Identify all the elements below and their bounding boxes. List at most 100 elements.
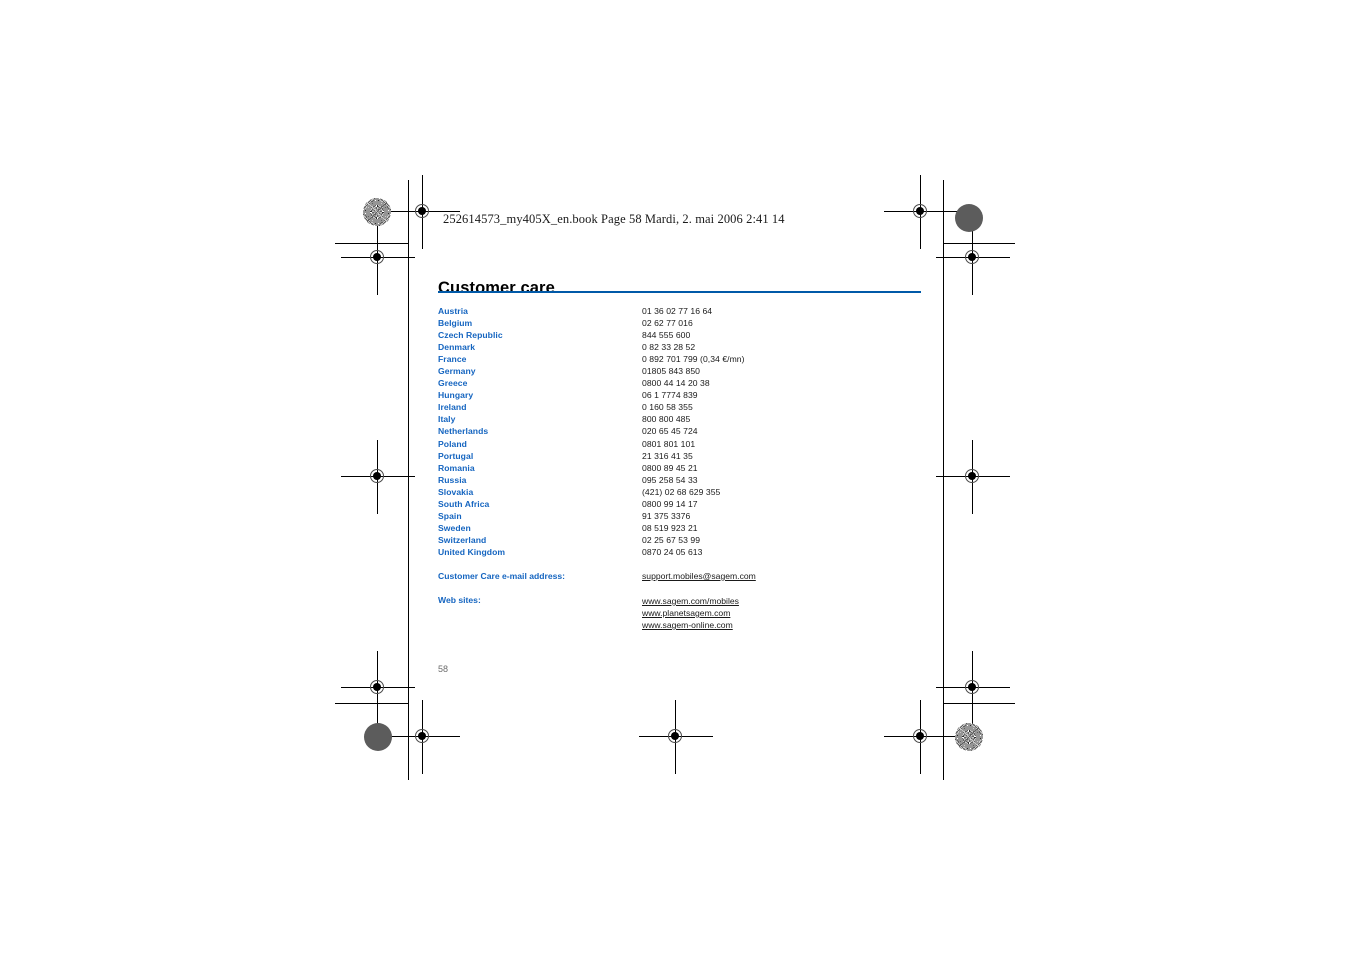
websites-label: Web sites: <box>438 595 481 605</box>
contact-row: Hungary 06 1 7774 839 <box>438 390 928 402</box>
email-address-link[interactable]: support.mobiles@sagem.com <box>642 571 756 581</box>
crosshair-bullseye <box>671 732 679 740</box>
crosshair-bullseye <box>916 732 924 740</box>
crosshair-bullseye <box>968 472 976 480</box>
density-patch-top-left <box>363 198 391 226</box>
country-name: Poland <box>438 438 467 449</box>
country-name: Ireland <box>438 402 467 413</box>
phone-number: 0800 44 14 20 38 <box>642 378 710 389</box>
contact-row: Germany 01805 843 850 <box>438 366 928 378</box>
country-name: Sweden <box>438 522 471 533</box>
registration-target-bottom-left-inner <box>341 651 415 725</box>
contact-row: Ireland 0 160 58 355 <box>438 402 928 414</box>
country-name: Belgium <box>438 318 473 329</box>
phone-number: 0 160 58 355 <box>642 402 693 413</box>
phone-number: 0800 89 45 21 <box>642 462 698 473</box>
phone-number: 21 316 41 35 <box>642 450 693 461</box>
contact-row: Netherlands 020 65 45 724 <box>438 426 928 438</box>
contact-row: Spain 91 375 3376 <box>438 511 928 523</box>
country-name: Austria <box>438 306 468 316</box>
phone-number: 01 36 02 77 16 64 <box>642 306 713 316</box>
country-name: United Kingdom <box>438 546 506 557</box>
contact-row: Austria 01 36 02 77 16 64 <box>438 306 928 318</box>
phone-number: 91 375 3376 <box>642 510 691 521</box>
phone-number: 06 1 7774 839 <box>642 390 698 401</box>
country-name: Czech Republic <box>438 330 503 341</box>
crosshair-bullseye <box>968 253 976 261</box>
printer-proof-sheet: 252614573_my405X_en.book Page 58 Mardi, … <box>0 0 1351 954</box>
website-link[interactable]: www.planetsagem.com <box>642 607 739 619</box>
contact-row: Belgium 02 62 77 016 <box>438 318 928 330</box>
phone-number: 0 82 33 28 52 <box>642 342 696 353</box>
registration-target-mid-right <box>936 440 1010 514</box>
country-name: Italy <box>438 414 456 425</box>
email-label: Customer Care e-mail address: <box>438 571 566 581</box>
website-link[interactable]: www.sagem.com/mobiles <box>642 595 739 607</box>
contact-row: Denmark 0 82 33 28 52 <box>438 342 928 354</box>
country-name: Switzerland <box>438 534 487 545</box>
website-link-list: www.sagem.com/mobiles www.planetsagem.com… <box>642 595 739 631</box>
contact-row: Romania 0800 89 45 21 <box>438 463 928 475</box>
registration-target-bottom-left-outer <box>386 700 460 774</box>
contact-row: United Kingdom 0870 24 05 613 <box>438 547 928 559</box>
country-name: Hungary <box>438 390 474 401</box>
country-name: Denmark <box>438 342 476 353</box>
email-block: Customer Care e-mail address: support.mo… <box>438 571 928 585</box>
crosshair-bullseye <box>418 732 426 740</box>
registration-target-bottom-right-inner <box>936 651 1010 725</box>
phone-number: 844 555 600 <box>642 330 691 341</box>
page-title: Customer care <box>438 279 555 298</box>
contact-row: Poland 0801 801 101 <box>438 439 928 451</box>
crop-line-bottom-right-horizontal <box>943 703 1015 704</box>
country-name: Greece <box>438 378 468 389</box>
crosshair-bullseye <box>373 683 381 691</box>
density-patch-bottom-left <box>364 723 392 751</box>
phone-number: 0870 24 05 613 <box>642 546 703 557</box>
contact-row: Slovakia (421) 02 68 629 355 <box>438 487 928 499</box>
density-patch-top-right <box>955 204 983 232</box>
contact-row: Switzerland 02 25 67 53 99 <box>438 535 928 547</box>
contact-row: Sweden 08 519 923 21 <box>438 523 928 535</box>
phone-number: 0 892 701 799 (0,34 €/mn) <box>642 354 745 365</box>
phone-number: 0800 99 14 17 <box>642 498 698 509</box>
phone-number: 02 25 67 53 99 <box>642 534 701 545</box>
country-name: South Africa <box>438 498 490 509</box>
phone-number: 020 65 45 724 <box>642 426 698 437</box>
phone-number: 01805 843 850 <box>642 366 700 377</box>
registration-target-bottom-center <box>639 700 713 774</box>
country-name: Romania <box>438 462 475 473</box>
country-name: Spain <box>438 510 462 521</box>
phone-number: 800 800 485 <box>642 414 691 425</box>
phone-number: 0801 801 101 <box>642 438 696 449</box>
country-name: France <box>438 354 467 365</box>
registration-target-top-right-inner <box>936 221 1010 295</box>
contact-row: Russia 095 258 54 33 <box>438 475 928 487</box>
phone-number: 02 62 77 016 <box>642 318 693 329</box>
contact-row: Italy 800 800 485 <box>438 414 928 426</box>
title-underline-rule <box>438 291 921 293</box>
contact-row: South Africa 0800 99 14 17 <box>438 499 928 511</box>
country-name: Portugal <box>438 450 474 461</box>
country-name: Netherlands <box>438 426 489 437</box>
registration-target-mid-left <box>341 440 415 514</box>
density-patch-bottom-right <box>955 723 983 751</box>
website-link[interactable]: www.sagem-online.com <box>642 619 739 631</box>
country-name: Germany <box>438 366 476 377</box>
phone-number: 095 258 54 33 <box>642 474 698 485</box>
phone-number: 08 519 923 21 <box>642 522 698 533</box>
customer-care-contact-table: Austria 01 36 02 77 16 64 Belgium 02 62 77 … <box>438 306 928 559</box>
registration-target-bottom-right-outer <box>884 700 958 774</box>
country-name: Russia <box>438 474 467 485</box>
contact-row: France 0 892 701 799 (0,34 €/mn) <box>438 354 928 366</box>
country-name: Slovakia <box>438 486 474 497</box>
contact-row: Greece 0800 44 14 20 38 <box>438 378 928 390</box>
phone-number: (421) 02 68 629 355 <box>642 486 721 497</box>
contact-row: Czech Republic 844 555 600 <box>438 330 928 342</box>
file-header-slug: 252614573_my405X_en.book Page 58 Mardi, … <box>443 212 785 226</box>
crosshair-bullseye <box>373 472 381 480</box>
registration-target-top-left-inner <box>341 221 415 295</box>
page-number: 58 <box>438 664 449 674</box>
crop-line-bottom-left-horizontal <box>335 703 408 704</box>
printed-page: 252614573_my405X_en.book Page 58 Mardi, … <box>408 200 944 720</box>
crosshair-bullseye <box>373 253 381 261</box>
